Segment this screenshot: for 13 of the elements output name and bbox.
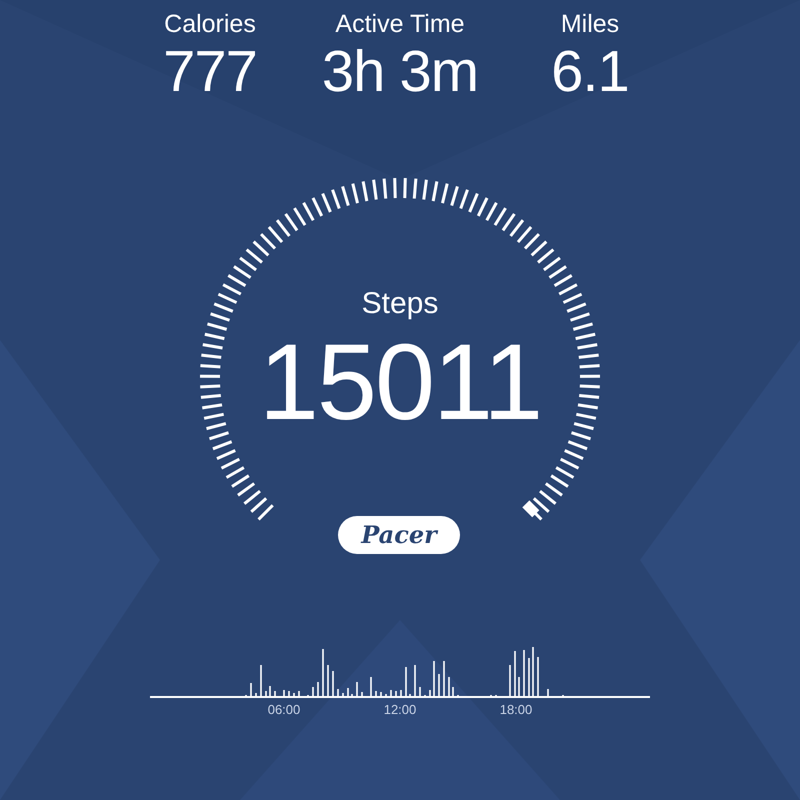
stat-value: 3h 3m <box>322 40 478 104</box>
stat-label: Miles <box>560 9 620 40</box>
steps-count: 15011 <box>258 326 542 438</box>
steps-label: Steps <box>362 286 438 322</box>
time-label: 06:00 <box>266 701 302 719</box>
stat-label: Active Time <box>335 9 465 40</box>
stat-value: 6.1 <box>551 40 629 104</box>
stat-value: 777 <box>163 40 257 104</box>
time-label: 12:00 <box>382 701 418 719</box>
time-label: 18:00 <box>498 701 534 719</box>
gauge-marker <box>522 500 540 518</box>
logo: Pacer <box>338 516 460 554</box>
stat-label: Calories <box>164 9 256 40</box>
